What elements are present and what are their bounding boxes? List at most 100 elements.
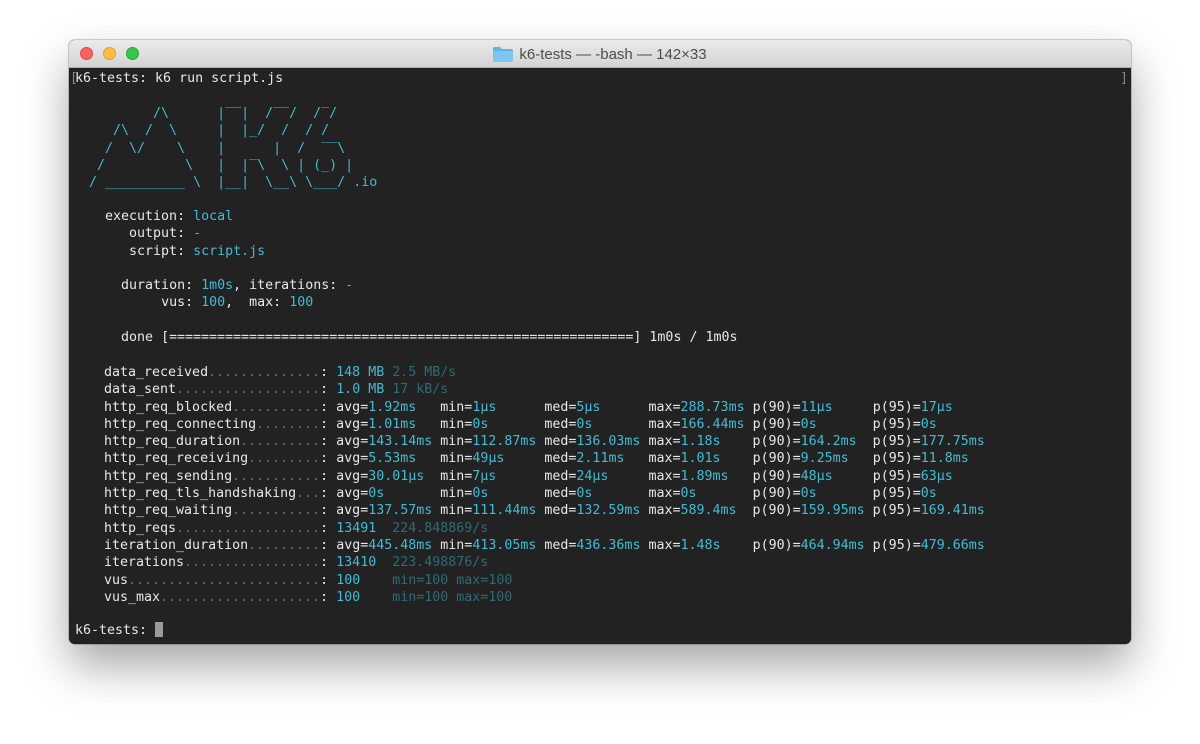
- max-value: 100: [289, 295, 314, 311]
- metric-p95-label: p(95)=: [872, 537, 921, 553]
- vus-value: 100: [201, 295, 226, 311]
- metric-min-value: 111.44ms: [472, 503, 537, 519]
- metric-avg-value: 137.57ms: [368, 503, 433, 519]
- metric-dots: ...........: [232, 468, 321, 484]
- metric-p95-label: p(95)=: [872, 503, 921, 519]
- metric-colon: :: [320, 537, 337, 553]
- metric-med-label: med=: [544, 468, 577, 484]
- metric-rate: 2.5 MB/s: [392, 365, 457, 380]
- metric-med-label: med=: [544, 451, 577, 467]
- metric-p90-value: 0s: [800, 486, 817, 502]
- metric-p90-label: p(90)=: [752, 503, 801, 519]
- scroll-mark-right: ]: [1120, 71, 1128, 86]
- script-value: script.js: [193, 243, 266, 259]
- metric-value: 100: [336, 589, 361, 605]
- metric-colon: :: [320, 399, 337, 415]
- text-cursor: [155, 622, 164, 637]
- vus-label: vus:: [161, 295, 194, 311]
- window-title-area: k6-tests — -bash — 142×33: [69, 40, 1131, 68]
- metric-avg-label: avg=: [336, 399, 369, 415]
- progress-label: done: [121, 330, 154, 346]
- metric-avg-value: 30.01µs: [368, 468, 425, 484]
- max-label: , max:: [225, 295, 282, 311]
- metric-p90-value: 11µs: [800, 399, 833, 415]
- metric-p90-value: 164.2ms: [800, 434, 857, 450]
- metric-med-value: 436.36ms: [576, 537, 641, 553]
- title-bar[interactable]: k6-tests — -bash — 142×33: [69, 40, 1131, 68]
- metric-spacer: [384, 486, 440, 501]
- metric-row: vus........................: 100 min=100…: [104, 572, 985, 589]
- metric-spacer: [592, 486, 648, 501]
- metric-dots: ...........: [232, 399, 321, 415]
- metric-min-label: min=: [440, 434, 473, 450]
- metric-max-value: 166.44ms: [680, 416, 745, 432]
- metric-spacer: [849, 451, 873, 466]
- metric-max-label: max=: [648, 416, 681, 432]
- metric-row: http_req_waiting...........: avg=137.57m…: [104, 502, 985, 519]
- metric-p90-value: 0s: [800, 416, 817, 432]
- metric-max-value: 1.01s: [680, 451, 721, 467]
- metric-p90-label: p(90)=: [752, 416, 801, 432]
- metrics-table: data_received..............: 148 MB 2.5 …: [104, 364, 985, 606]
- metric-dots: ..................: [176, 520, 321, 536]
- shell-prompt[interactable]: k6-tests:: [75, 622, 164, 639]
- metric-minmax: min=100 max=100: [392, 572, 513, 588]
- metric-p95-value: 11.8ms: [920, 451, 969, 467]
- metric-p90-label: p(90)=: [752, 486, 801, 502]
- metric-value: 148 MB: [336, 365, 385, 380]
- metric-min-value: 0s: [472, 416, 489, 432]
- metric-name: iterations: [104, 555, 185, 571]
- metric-avg-label: avg=: [336, 468, 369, 484]
- metric-p90-label: p(90)=: [752, 468, 801, 484]
- metric-spacer: [600, 400, 648, 415]
- metric-value: 13410: [336, 555, 377, 571]
- metric-avg-value: 1.01ms: [368, 416, 417, 432]
- progress-bar: [=======================================…: [161, 330, 642, 346]
- metric-spacer: [488, 417, 544, 432]
- metric-dots: ........: [256, 416, 321, 432]
- metric-spacer: [745, 417, 753, 432]
- metric-max-value: 1.18s: [680, 434, 721, 450]
- metric-colon: :: [320, 434, 337, 450]
- metric-spacer: [376, 521, 392, 536]
- metric-spacer: [721, 451, 753, 466]
- metric-spacer: [416, 417, 440, 432]
- metric-med-label: med=: [544, 503, 577, 519]
- metric-spacer: [865, 503, 873, 518]
- k6-logo: /\ |‾‾| /‾‾/ /‾/ /\ / \ | |_/ / / / / \/…: [89, 105, 377, 191]
- metric-p95-value: 63µs: [920, 468, 953, 484]
- metric-med-label: med=: [544, 486, 577, 502]
- metric-colon: :: [320, 365, 337, 380]
- metric-spacer: [833, 400, 873, 415]
- metric-minmax: min=100 max=100: [392, 589, 513, 605]
- folder-icon: [493, 46, 514, 62]
- metric-p95-label: p(95)=: [872, 416, 921, 432]
- script-label: script:: [129, 243, 186, 259]
- metric-dots: ...........: [232, 503, 321, 519]
- metric-spacer: [376, 555, 392, 570]
- metric-p95-label: p(95)=: [872, 399, 921, 415]
- metric-dots: .................: [184, 555, 321, 571]
- metric-avg-value: 143.14ms: [368, 434, 433, 450]
- k6-logo-suffix: .io: [345, 175, 378, 191]
- metric-p95-value: 17µs: [920, 399, 953, 415]
- terminal-content[interactable]: [ ] k6-tests: k6 run script.js /\ |‾‾| /…: [69, 68, 1131, 644]
- metric-name: iteration_duration: [104, 537, 249, 553]
- metric-avg-value: 5.53ms: [368, 451, 417, 467]
- metric-p95-label: p(95)=: [872, 468, 921, 484]
- metric-colon: :: [320, 451, 337, 467]
- metric-p95-label: p(95)=: [872, 451, 921, 467]
- metric-p95-label: p(95)=: [872, 434, 921, 450]
- metric-p90-label: p(90)=: [752, 399, 801, 415]
- metric-spacer: [729, 469, 753, 484]
- metric-p95-value: 177.75ms: [920, 434, 985, 450]
- metric-max-value: 589.4ms: [680, 503, 737, 519]
- metric-p90-value: 9.25ms: [800, 451, 849, 467]
- window-title: k6-tests — -bash — 142×33: [519, 45, 707, 63]
- prompt-label: k6-tests:: [75, 623, 148, 638]
- metric-min-value: 112.87ms: [472, 434, 537, 450]
- metric-row: data_received..............: 148 MB 2.5 …: [104, 364, 985, 381]
- metric-dots: ........................: [128, 572, 321, 588]
- metric-min-value: 49µs: [472, 451, 505, 467]
- iterations-label: , iterations:: [233, 278, 338, 294]
